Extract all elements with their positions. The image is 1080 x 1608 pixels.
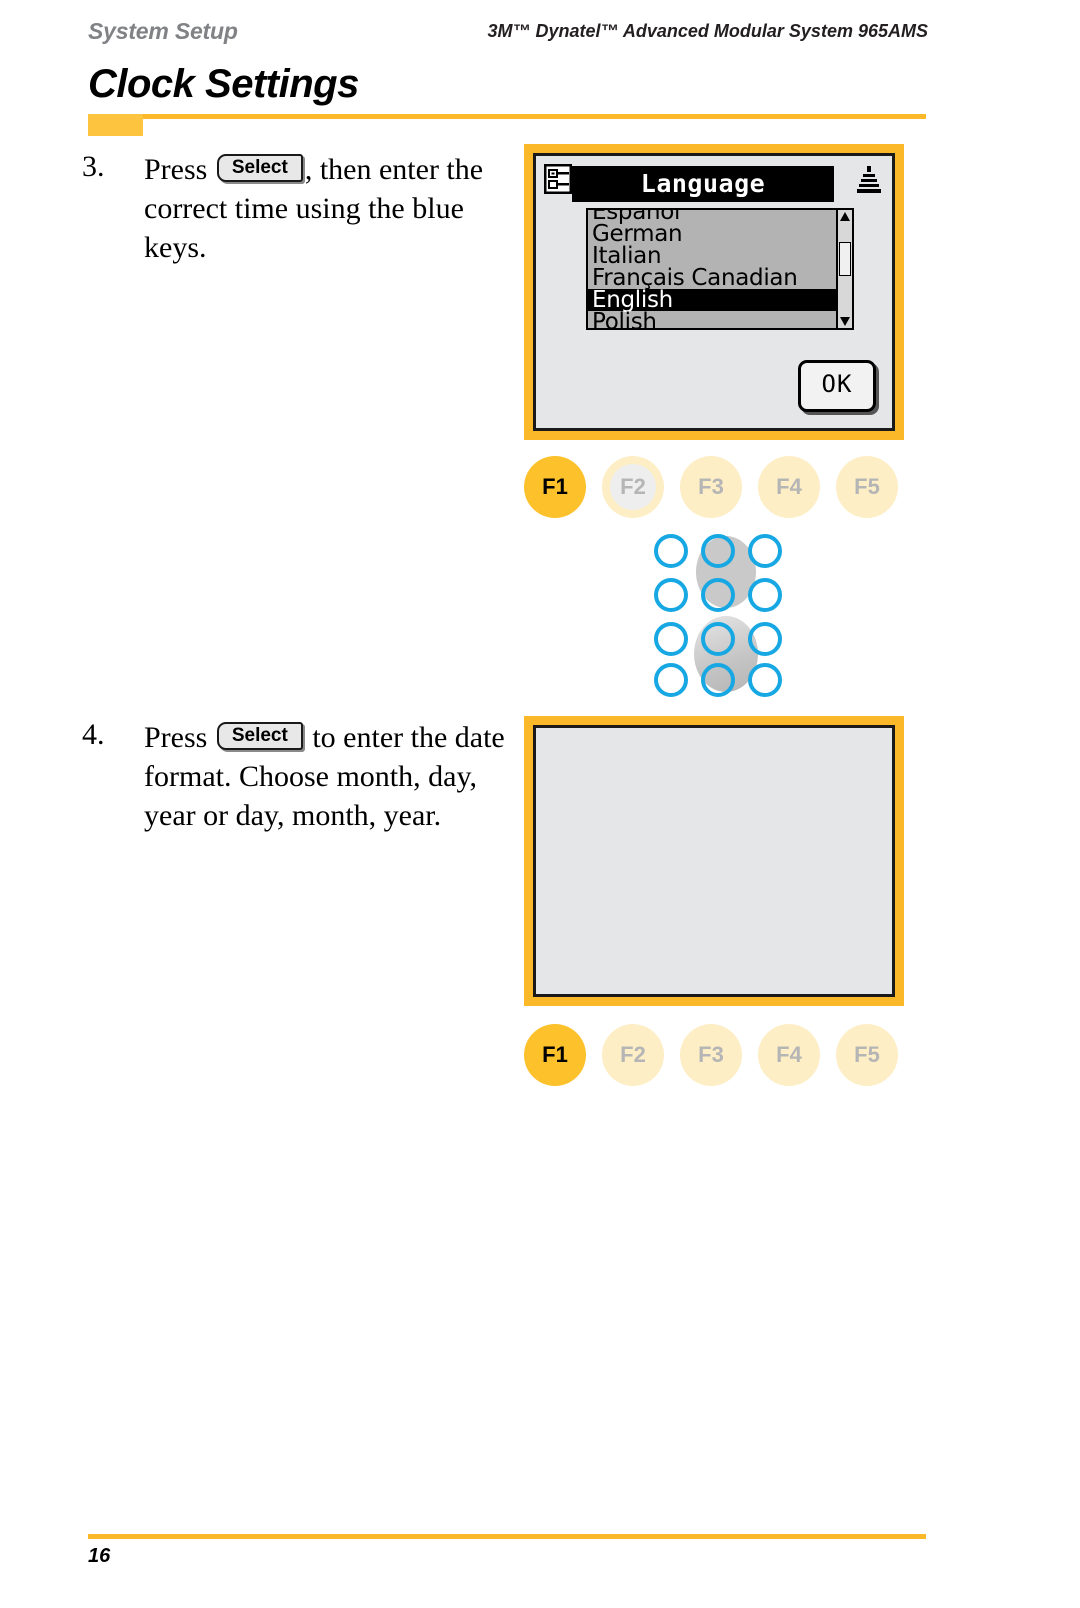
- function-key-f4[interactable]: F4: [758, 456, 820, 518]
- keypad-key-r1c1[interactable]: [654, 534, 688, 568]
- keypad-key-r2c2[interactable]: [701, 578, 735, 612]
- list-options-icon: [543, 163, 573, 195]
- keypad-key-r3c3[interactable]: [748, 622, 782, 656]
- header-section-title: System Setup: [88, 18, 238, 44]
- device-screen-language: Language Español German Italian Français…: [524, 144, 904, 440]
- step-4-number: 4.: [82, 718, 105, 751]
- function-key-f2[interactable]: F2: [602, 456, 664, 518]
- select-key-4[interactable]: Select: [216, 722, 303, 751]
- keypad-key-r3c1[interactable]: [654, 622, 688, 656]
- function-key-f1[interactable]: F1: [524, 1024, 586, 1086]
- select-key-3[interactable]: Select: [216, 154, 303, 183]
- function-key-f5[interactable]: F5: [836, 1024, 898, 1086]
- keypad-key-r4c3[interactable]: [748, 663, 782, 697]
- keypad-key-r4c1[interactable]: [654, 663, 688, 697]
- header-product-name: 3M™ Dynatel™ Advanced Modular System 965…: [487, 21, 928, 41]
- keypad-key-r3c2[interactable]: [701, 622, 735, 656]
- step-4-text-before: Press: [144, 721, 208, 754]
- function-keys-row-2: F1 F2 F3 F4 F5: [524, 1024, 904, 1086]
- list-scrollbar[interactable]: [836, 210, 852, 328]
- function-key-f3[interactable]: F3: [680, 456, 742, 518]
- blue-keypad: [648, 528, 788, 700]
- keypad-key-r4c2[interactable]: [701, 663, 735, 697]
- page-title: Clock Settings: [88, 62, 359, 106]
- step-4-text: Press Select to enter the date format. C…: [144, 718, 512, 835]
- scrollbar-thumb[interactable]: [839, 242, 851, 276]
- list-item[interactable]: Italian: [588, 245, 836, 268]
- ok-button[interactable]: OK: [798, 360, 876, 412]
- device-screen-date-format: [524, 716, 904, 1006]
- footer-rule: [88, 1534, 926, 1539]
- function-keys-row-1: F1 F2 F3 F4 F5: [524, 456, 904, 518]
- function-key-f1[interactable]: F1: [524, 456, 586, 518]
- signal-strength-icon: [854, 164, 884, 196]
- page-number: 16: [88, 1545, 111, 1567]
- step-3-text: Press Select, then enter the correct tim…: [144, 150, 512, 267]
- scroll-up-arrow-icon[interactable]: [840, 212, 850, 221]
- lcd-title-language: Language: [572, 166, 834, 202]
- function-key-f4[interactable]: F4: [758, 1024, 820, 1086]
- step-3-number: 3.: [82, 150, 105, 183]
- list-item[interactable]: Polish: [588, 311, 836, 329]
- keypad-key-r1c3[interactable]: [748, 534, 782, 568]
- lcd-surface-2: [533, 725, 895, 997]
- function-key-f3[interactable]: F3: [680, 1024, 742, 1086]
- title-rule: [88, 114, 926, 119]
- page-header: System Setup 3M™ Dynatel™ Advanced Modul…: [88, 18, 928, 48]
- language-list[interactable]: Español German Italian Français Canadian…: [586, 208, 854, 330]
- lcd-surface-1: Language Español German Italian Français…: [533, 153, 895, 431]
- keypad-key-r2c1[interactable]: [654, 578, 688, 612]
- function-key-f2[interactable]: F2: [602, 1024, 664, 1086]
- function-key-f5[interactable]: F5: [836, 456, 898, 518]
- keypad-key-r1c2[interactable]: [701, 534, 735, 568]
- list-item-selected[interactable]: English: [588, 289, 852, 312]
- title-accent-tab: [88, 114, 143, 136]
- list-item[interactable]: German: [588, 223, 836, 246]
- scroll-down-arrow-icon[interactable]: [840, 317, 850, 326]
- list-item[interactable]: Français Canadian: [588, 267, 836, 290]
- keypad-key-r2c3[interactable]: [748, 578, 782, 612]
- step-3-text-before: Press: [144, 153, 208, 186]
- language-list-items: Español German Italian Français Canadian…: [588, 210, 852, 329]
